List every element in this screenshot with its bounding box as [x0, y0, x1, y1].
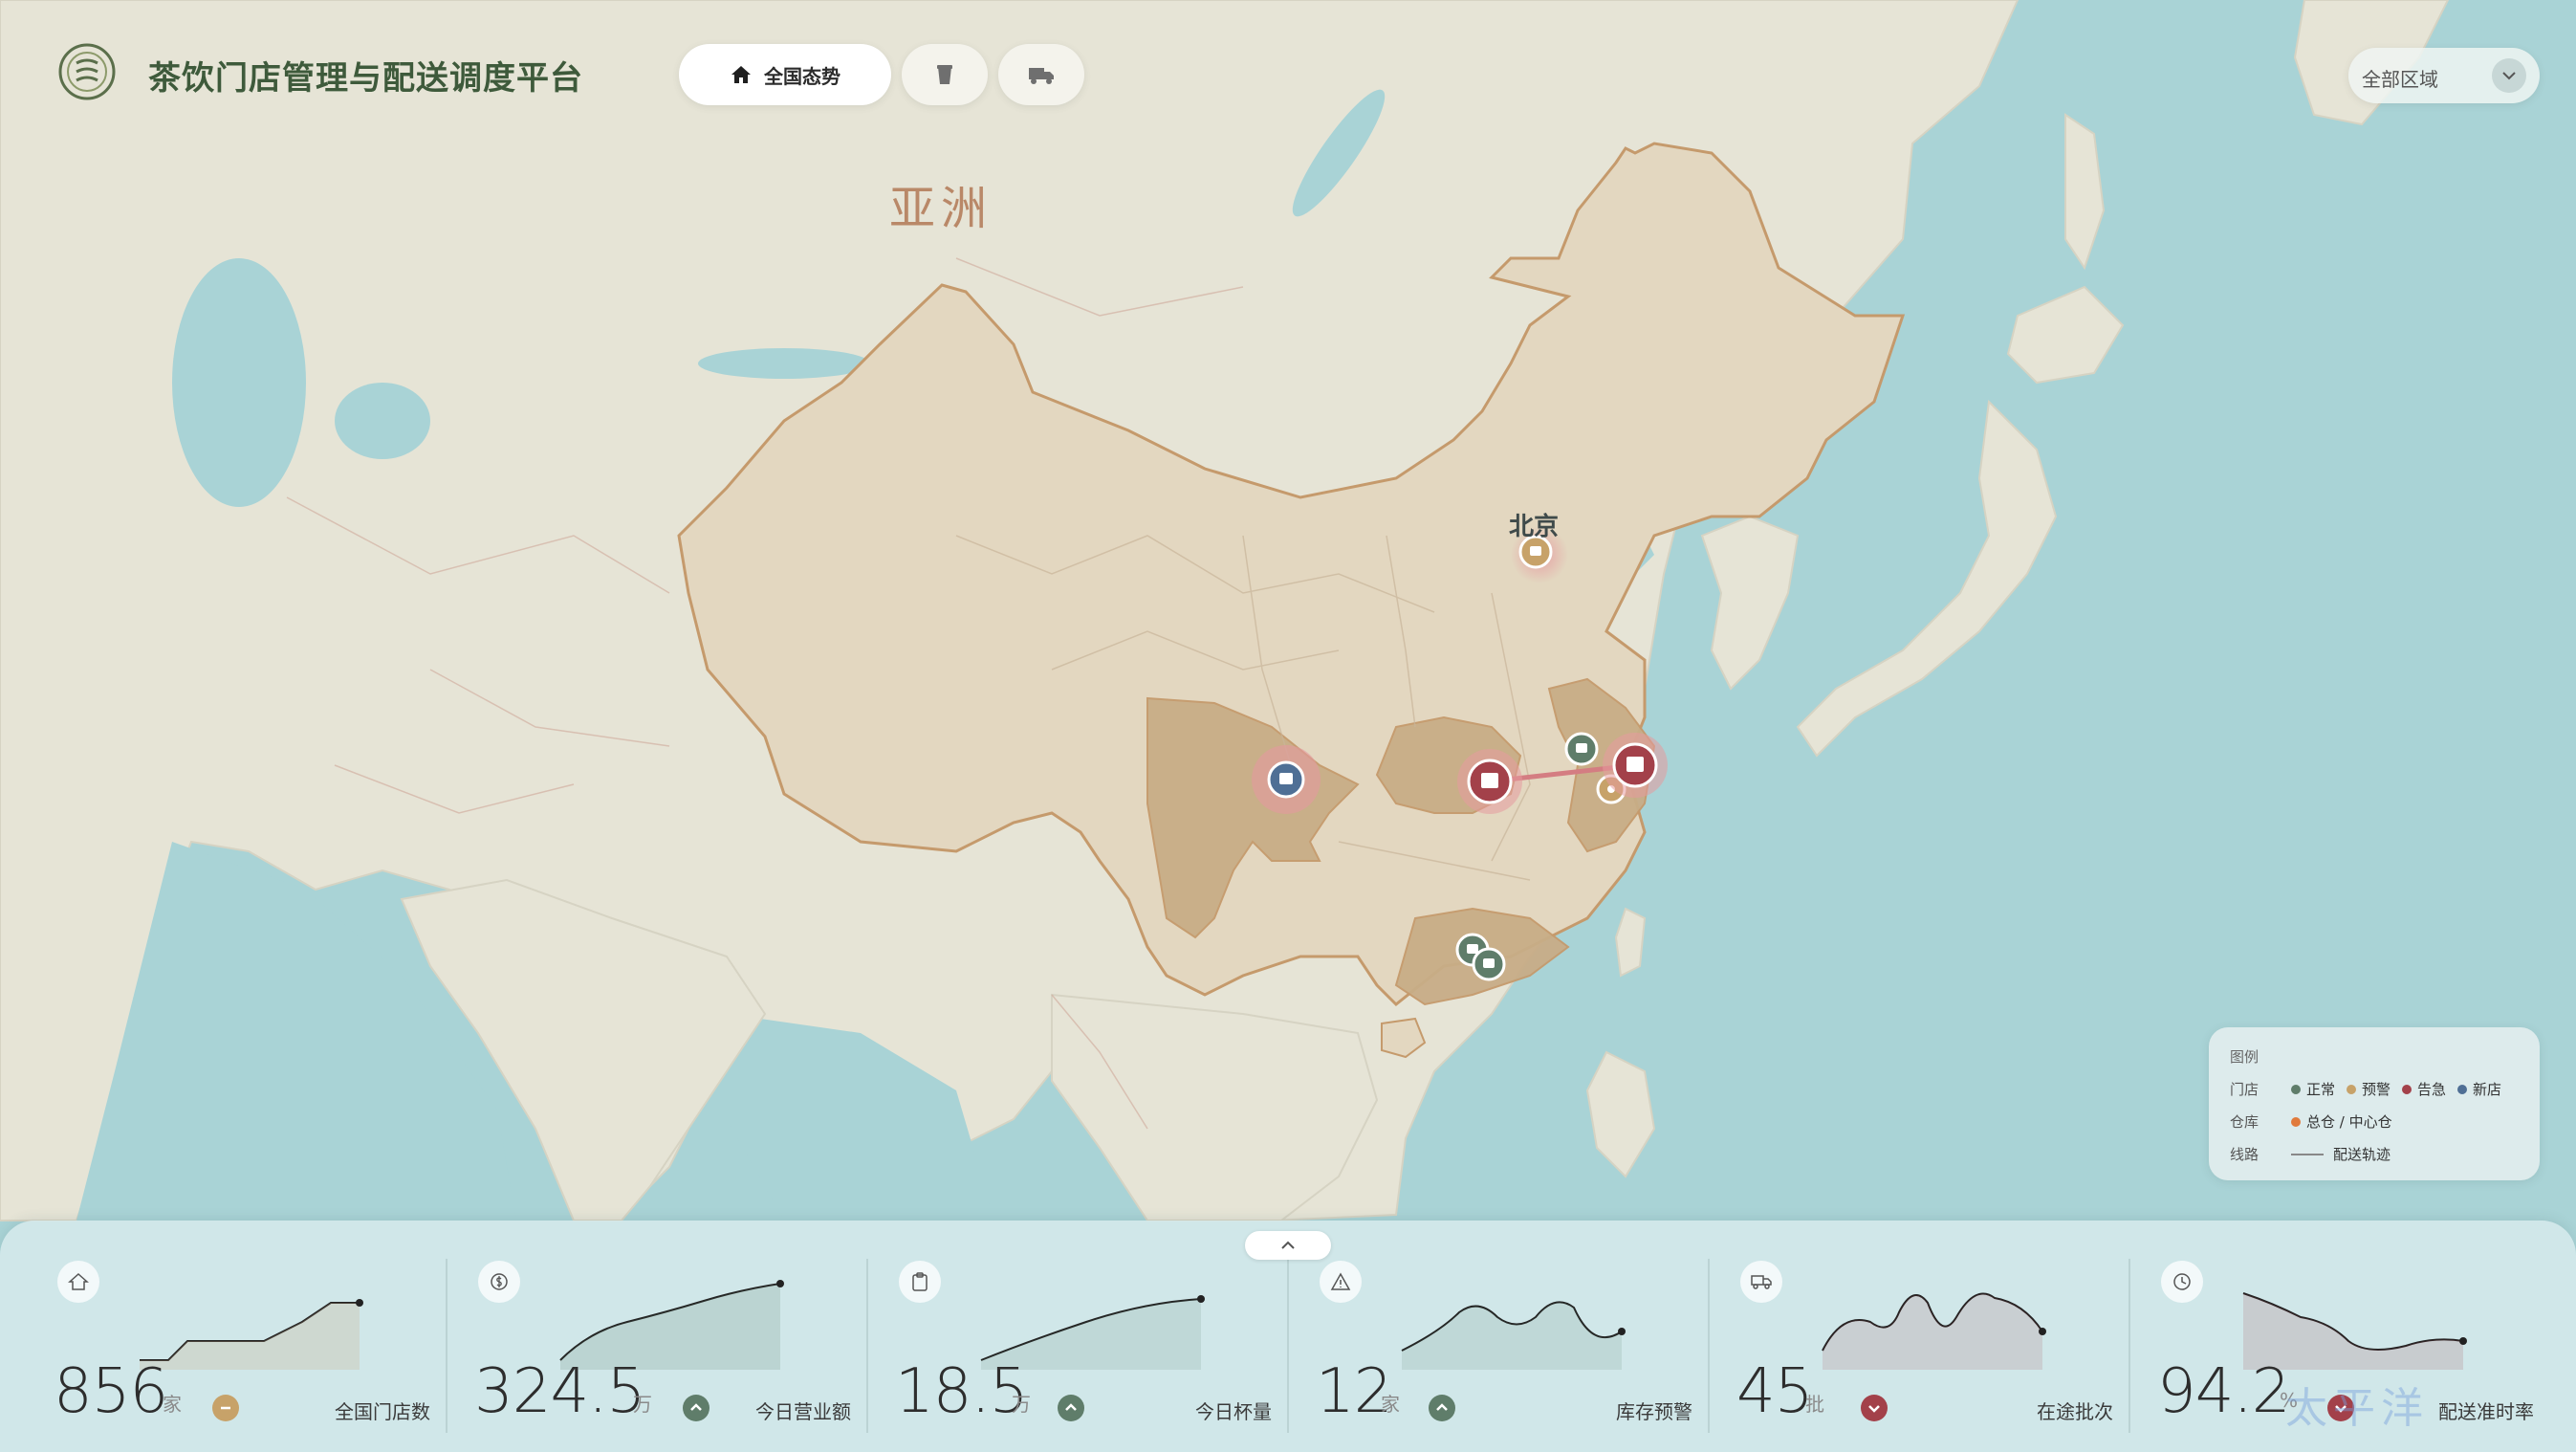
legend-row-route: 线路 配送轨迹 — [2230, 1144, 2402, 1164]
tab-overview-label: 全国态势 — [764, 64, 840, 88]
kpi-unit: 家 — [1381, 1393, 1400, 1416]
kpi-card-revenue[interactable]: 324.5 万 今日营业额 — [455, 1243, 876, 1444]
kpi-value: 18.5 — [895, 1356, 1028, 1427]
legend-item-new: 新店 — [2457, 1079, 2501, 1099]
trend-up-icon — [1429, 1395, 1455, 1421]
kpi-value: 324.5 — [474, 1356, 645, 1427]
legend-route-label: 线路 — [2230, 1146, 2259, 1163]
lake-balkhash — [698, 348, 870, 379]
kpi-label: 配送准时率 — [2438, 1400, 2534, 1423]
legend-warehouse-label: 仓库 — [2230, 1113, 2259, 1131]
kpi-unit: 家 — [163, 1393, 182, 1416]
store-marker-wuhan[interactable] — [1457, 749, 1522, 814]
clipboard-icon — [899, 1261, 941, 1303]
lake-caspian — [172, 258, 306, 507]
city-label-beijing: 北京 — [1509, 513, 1560, 541]
trend-up-icon — [1058, 1395, 1084, 1421]
collapse-panel-button[interactable] — [1245, 1231, 1331, 1260]
brand-logo-icon — [55, 40, 119, 103]
home-icon — [731, 66, 751, 83]
kpi-sparkline — [980, 1295, 1205, 1370]
truck-icon — [1029, 68, 1054, 84]
kpi-unit: 万 — [633, 1393, 652, 1416]
legend-row-store: 门店 正常 预警 告急 新店 — [2230, 1079, 2513, 1099]
map-legend: 图例 门店 正常 预警 告急 新店 仓库 总仓 / 中心仓 线路 配送轨迹 — [2209, 1027, 2540, 1180]
store-marker-nanjing[interactable] — [1564, 732, 1599, 766]
top-header: 茶饮门店管理与配送调度平台 全国态势 全部区域 — [0, 0, 2576, 153]
kpi-card-in-transit[interactable]: 45 批 在途批次 — [1717, 1243, 2138, 1444]
tab-overview[interactable]: 全国态势 — [679, 44, 891, 105]
kpi-card-stores[interactable]: 856 家 全国门店数 — [34, 1243, 455, 1444]
legend-item-alert: 告急 — [2402, 1079, 2446, 1099]
region-select-value: 全部区域 — [2362, 68, 2438, 91]
trend-flat-icon — [212, 1395, 239, 1421]
tab-stores[interactable] — [902, 44, 988, 105]
kpi-label: 今日营业额 — [755, 1400, 851, 1423]
legend-item-warning: 预警 — [2347, 1079, 2390, 1099]
clock-icon — [2161, 1261, 2203, 1303]
kpi-sparkline — [1401, 1301, 1626, 1370]
legend-item-warehouse: 总仓 / 中心仓 — [2291, 1111, 2392, 1132]
kpi-value: 856 — [54, 1356, 168, 1427]
region-select[interactable]: 全部区域 — [2348, 48, 2540, 103]
kpi-sparkline — [559, 1280, 784, 1370]
kpi-label: 今日杯量 — [1195, 1400, 1272, 1423]
kpi-card-cups[interactable]: 18.5 万 今日杯量 — [876, 1243, 1297, 1444]
kpi-value: 94.2 — [2157, 1356, 2290, 1427]
home-icon — [57, 1261, 99, 1303]
trend-down-icon — [1861, 1395, 1888, 1421]
ocean-label: 太平洋 — [2285, 1384, 2429, 1433]
kpi-label: 库存预警 — [1616, 1400, 1692, 1423]
store-marker-shenzhen[interactable] — [1472, 947, 1506, 981]
lake-aral — [335, 383, 430, 459]
store-marker-hangzhou[interactable] — [1603, 733, 1668, 798]
chevron-down-icon[interactable] — [2492, 58, 2526, 93]
kpi-label: 全国门店数 — [335, 1400, 430, 1423]
dollar-icon — [478, 1261, 520, 1303]
kpi-card-inventory[interactable]: 12 家 库存预警 — [1297, 1243, 1717, 1444]
kpi-value: 45 — [1736, 1356, 1813, 1427]
kpi-sparkline — [2242, 1292, 2467, 1370]
warning-icon — [1320, 1261, 1362, 1303]
chevron-up-icon — [1281, 1241, 1295, 1249]
legend-row-warehouse: 仓库 总仓 / 中心仓 — [2230, 1111, 2404, 1132]
kpi-sparkline — [1822, 1292, 2046, 1370]
kpi-sparkline — [140, 1299, 363, 1370]
app-title: 茶饮门店管理与配送调度平台 — [148, 59, 583, 98]
legend-item-route: 配送轨迹 — [2291, 1144, 2390, 1164]
kpi-label: 在途批次 — [2037, 1400, 2113, 1423]
legend-item-normal: 正常 — [2291, 1079, 2335, 1099]
kpi-unit: 批 — [1805, 1393, 1824, 1416]
store-marker-chengdu[interactable] — [1252, 745, 1321, 814]
tab-delivery[interactable] — [998, 44, 1084, 105]
legend-title: 图例 — [2230, 1048, 2259, 1066]
legend-store-label: 门店 — [2230, 1081, 2259, 1098]
cup-icon — [937, 65, 952, 84]
truck-icon — [1740, 1261, 1782, 1303]
kpi-unit: 万 — [1012, 1393, 1031, 1416]
continent-label: 亚洲 — [889, 182, 993, 235]
trend-up-icon — [683, 1395, 709, 1421]
